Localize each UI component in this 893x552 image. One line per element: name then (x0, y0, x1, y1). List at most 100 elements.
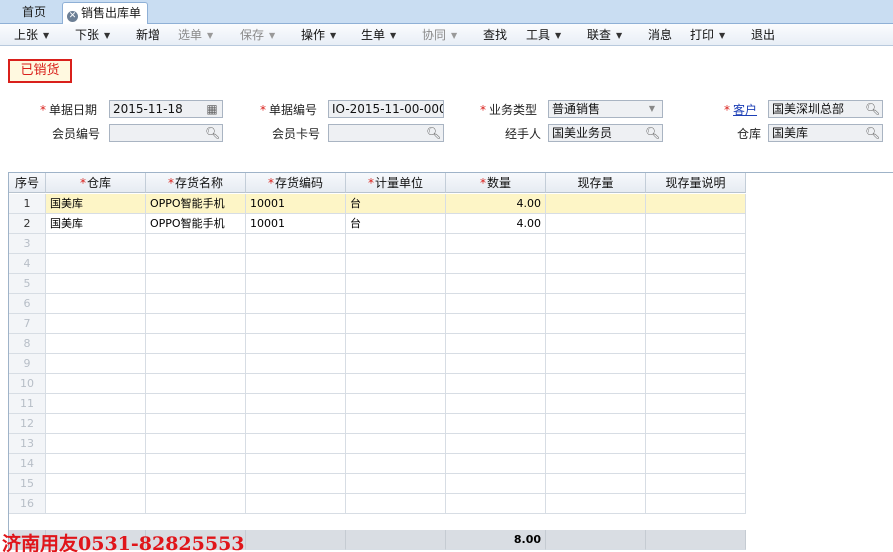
table-cell-stock[interactable] (546, 334, 646, 354)
toolbar-button-5[interactable]: 操作 ▼ (301, 27, 336, 43)
table-cell-warehouse[interactable] (46, 374, 146, 394)
table-cell-code[interactable] (246, 474, 346, 494)
column-header[interactable]: 现存量说明 (646, 173, 746, 193)
table-cell-unit[interactable] (346, 354, 446, 374)
table-cell-warehouse[interactable]: 国美库 (46, 194, 146, 214)
table-cell-code[interactable] (246, 394, 346, 414)
table-cell-name[interactable] (146, 314, 246, 334)
table-cell-warehouse[interactable] (46, 454, 146, 474)
table-cell-unit[interactable] (346, 334, 446, 354)
table-cell-warehouse[interactable] (46, 414, 146, 434)
table-cell-warehouse[interactable] (46, 254, 146, 274)
table-cell-unit[interactable] (346, 374, 446, 394)
warehouse-field[interactable]: 国美库 🔍︎ (768, 124, 883, 142)
table-cell-stock[interactable] (546, 214, 646, 234)
chevron-down-icon[interactable]: ▼ (645, 102, 659, 116)
table-cell-name[interactable] (146, 434, 246, 454)
table-cell-unit[interactable] (346, 474, 446, 494)
table-cell-warehouse[interactable] (46, 274, 146, 294)
table-cell-stock_note[interactable] (646, 494, 746, 514)
table-cell-qty[interactable] (446, 334, 546, 354)
table-cell-qty[interactable] (446, 234, 546, 254)
toolbar-button-13[interactable]: 退出 (751, 27, 775, 43)
table-cell-qty[interactable] (446, 474, 546, 494)
table-cell-code[interactable]: 10001 (246, 194, 346, 214)
table-cell-unit[interactable] (346, 314, 446, 334)
table-cell-code[interactable] (246, 434, 346, 454)
search-icon[interactable]: 🔍︎ (426, 126, 441, 140)
table-cell-warehouse[interactable]: 国美库 (46, 214, 146, 234)
table-cell-name[interactable] (146, 274, 246, 294)
toolbar-button-8[interactable]: 查找 (483, 27, 507, 43)
toolbar-button-0[interactable]: 上张 ▼ (14, 27, 49, 43)
table-cell-qty[interactable] (446, 414, 546, 434)
table-cell-stock[interactable] (546, 274, 646, 294)
toolbar-button-1[interactable]: 下张 ▼ (75, 27, 110, 43)
handler-field[interactable]: 国美业务员 🔍︎ (548, 124, 663, 142)
toolbar-button-2[interactable]: 新增 (136, 27, 160, 43)
table-cell-qty[interactable] (446, 394, 546, 414)
table-cell-warehouse[interactable] (46, 334, 146, 354)
table-cell-stock_note[interactable] (646, 354, 746, 374)
table-cell-name[interactable] (146, 294, 246, 314)
column-header[interactable]: 序号 (9, 173, 46, 193)
table-cell-warehouse[interactable] (46, 394, 146, 414)
column-header[interactable]: *存货编码 (246, 173, 346, 193)
table-cell-qty[interactable] (446, 434, 546, 454)
table-cell-stock[interactable] (546, 394, 646, 414)
table-cell-stock[interactable] (546, 474, 646, 494)
table-cell-unit[interactable]: 台 (346, 214, 446, 234)
table-cell-qty[interactable] (446, 454, 546, 474)
table-cell-qty[interactable] (446, 354, 546, 374)
table-cell-stock[interactable] (546, 234, 646, 254)
table-cell-name[interactable] (146, 494, 246, 514)
toolbar-button-3[interactable]: 选单 ▼ (178, 27, 213, 43)
member-card-field[interactable]: 🔍︎ (328, 124, 444, 142)
table-cell-stock[interactable] (546, 414, 646, 434)
table-cell-code[interactable] (246, 234, 346, 254)
doc-date-field[interactable]: 2015-11-18 ▦ (109, 100, 223, 118)
table-cell-warehouse[interactable] (46, 474, 146, 494)
table-cell-code[interactable] (246, 454, 346, 474)
table-cell-unit[interactable] (346, 394, 446, 414)
table-cell-code[interactable] (246, 374, 346, 394)
table-cell-code[interactable] (246, 254, 346, 274)
table-cell-code[interactable] (246, 314, 346, 334)
table-cell-name[interactable]: OPPO智能手机 (146, 194, 246, 214)
search-icon[interactable]: 🔍︎ (205, 126, 220, 140)
table-cell-qty[interactable] (446, 274, 546, 294)
table-cell-stock_note[interactable] (646, 274, 746, 294)
tab-sales-outbound[interactable]: ✕ 销售出库单 (62, 2, 149, 25)
toolbar-button-11[interactable]: 消息 (648, 27, 672, 43)
table-cell-code[interactable] (246, 354, 346, 374)
toolbar-button-4[interactable]: 保存 ▼ (240, 27, 275, 43)
table-cell-unit[interactable]: 台 (346, 194, 446, 214)
table-cell-stock_note[interactable] (646, 394, 746, 414)
toolbar-button-9[interactable]: 工具 ▼ (526, 27, 561, 43)
table-cell-qty[interactable] (446, 294, 546, 314)
table-cell-code[interactable] (246, 494, 346, 514)
table-cell-stock[interactable] (546, 254, 646, 274)
search-icon[interactable]: 🔍︎ (865, 102, 880, 116)
close-tab-icon[interactable]: ✕ (67, 11, 78, 22)
table-cell-code[interactable] (246, 414, 346, 434)
column-header[interactable]: *存货名称 (146, 173, 246, 193)
table-cell-name[interactable] (146, 474, 246, 494)
table-cell-unit[interactable] (346, 234, 446, 254)
customer-link[interactable]: 客户 (733, 103, 757, 117)
table-cell-name[interactable] (146, 394, 246, 414)
column-header[interactable]: *计量单位 (346, 173, 446, 193)
table-cell-stock_note[interactable] (646, 254, 746, 274)
column-header[interactable]: 现存量 (546, 173, 646, 193)
table-cell-stock[interactable] (546, 454, 646, 474)
column-header[interactable]: *数量 (446, 173, 546, 193)
table-cell-stock_note[interactable] (646, 194, 746, 214)
table-cell-stock[interactable] (546, 194, 646, 214)
table-cell-warehouse[interactable] (46, 434, 146, 454)
table-cell-name[interactable] (146, 354, 246, 374)
table-cell-name[interactable] (146, 254, 246, 274)
customer-field[interactable]: 国美深圳总部 🔍︎ (768, 100, 883, 118)
table-cell-code[interactable] (246, 274, 346, 294)
table-cell-unit[interactable] (346, 414, 446, 434)
table-cell-stock[interactable] (546, 314, 646, 334)
